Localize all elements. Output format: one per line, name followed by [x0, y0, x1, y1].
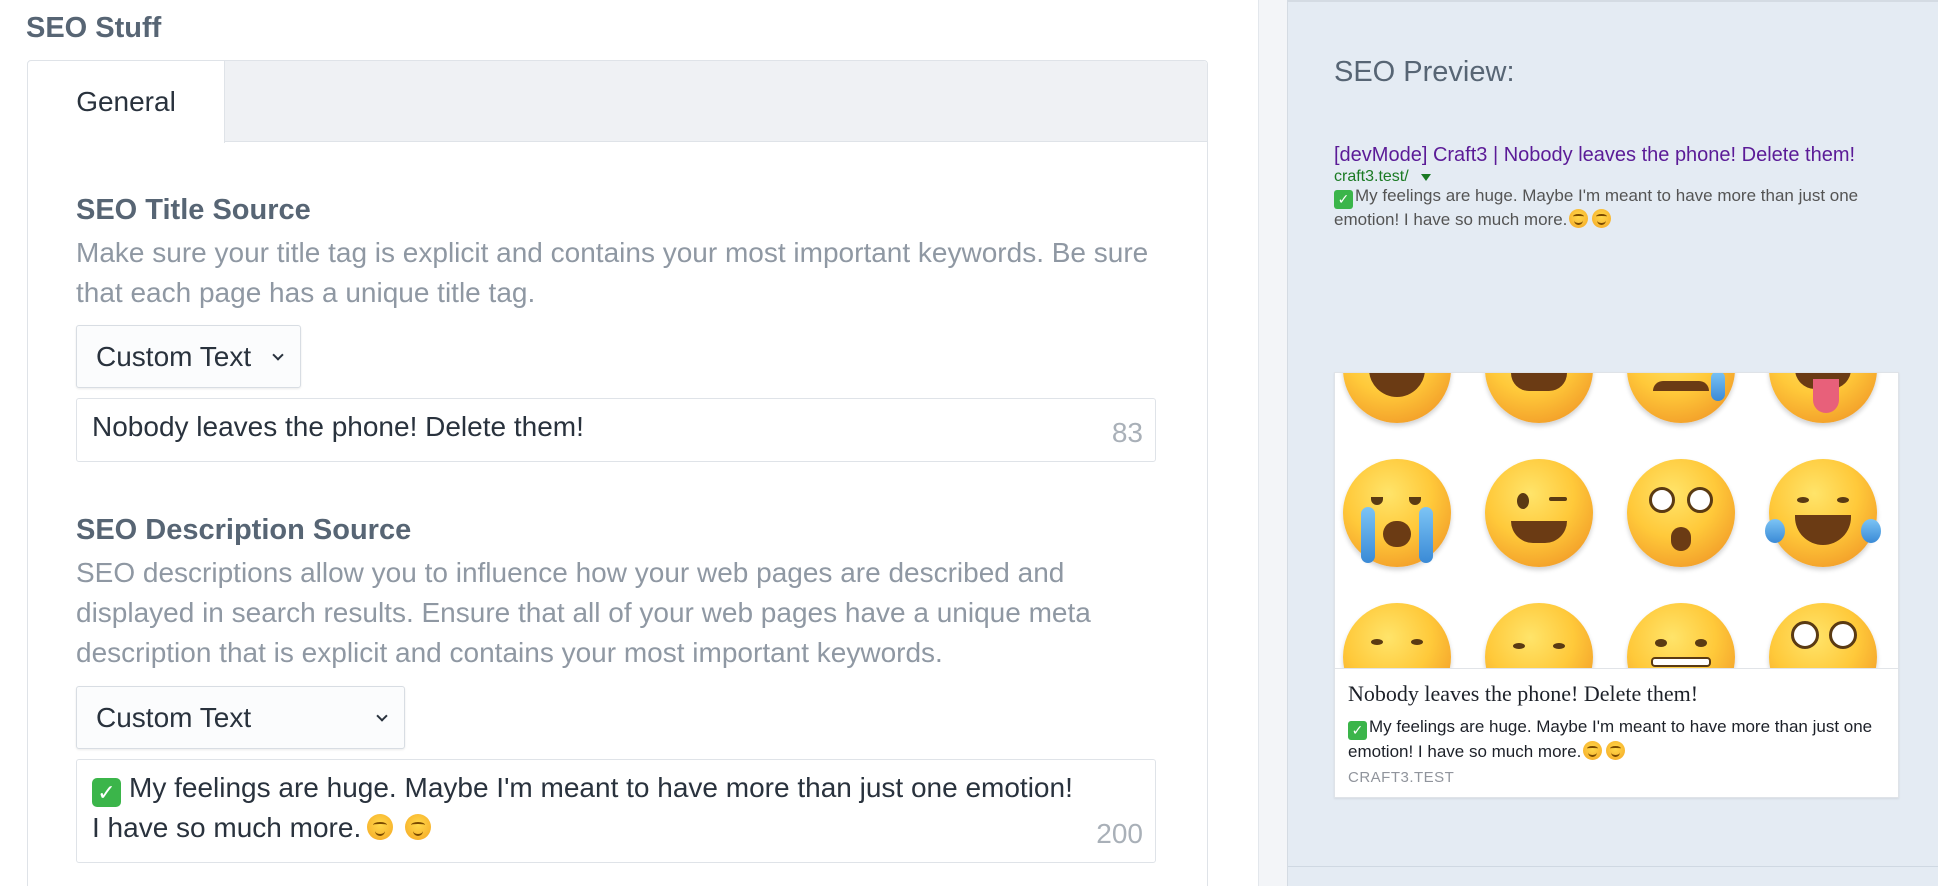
- seo-description-source-value: Custom Text: [96, 701, 252, 733]
- seo-title-heading: SEO Title Source: [76, 194, 311, 226]
- social-share-image: [1335, 373, 1898, 669]
- tab-bar: General: [28, 61, 1207, 143]
- seo-title-source-value: Custom Text: [96, 340, 252, 372]
- dropdown-triangle-icon: [1420, 173, 1431, 181]
- yum-face-emoji-icon: [1583, 741, 1603, 760]
- chevron-down-icon: [376, 709, 388, 722]
- seo-description-heading: SEO Description Source: [76, 514, 412, 546]
- laughing-tears-face-emoji-icon: [1765, 459, 1881, 567]
- tab-general[interactable]: General: [28, 61, 225, 143]
- chevron-down-icon: [272, 348, 284, 361]
- panel-bottom-border: [1288, 866, 1938, 867]
- seo-title-char-counter: 83: [1111, 417, 1143, 448]
- panel-divider[interactable]: [1258, 0, 1288, 886]
- yum-face-emoji-icon: [367, 814, 394, 840]
- serp-preview-description: ✓ My feelings are huge. Maybe I'm meant t…: [1334, 186, 1894, 230]
- check-mark-emoji-icon: ✓: [92, 778, 121, 807]
- seo-description-source-select[interactable]: Custom Text: [76, 686, 405, 749]
- seo-preview-heading: SEO Preview:: [1334, 56, 1515, 88]
- seo-title-value: Nobody leaves the phone! Delete them!: [92, 411, 584, 442]
- section-title: SEO Stuff: [26, 12, 162, 44]
- crying-face-emoji-icon: [1343, 459, 1451, 567]
- seo-settings-card: General SEO Title Source Make sure your …: [27, 60, 1208, 886]
- astonished-face-emoji-icon: [1627, 459, 1735, 567]
- serp-preview-url-text: craft3.test/: [1334, 168, 1409, 185]
- relieved-face-emoji-icon: [1343, 603, 1451, 668]
- winking-face-emoji-icon: [1485, 459, 1593, 567]
- seo-description-char-counter: 200: [1096, 818, 1143, 849]
- seo-description-instructions: SEO descriptions allow you to influence …: [76, 557, 1091, 668]
- seo-fields-panel: SEO Stuff General SEO Title Source Make …: [0, 0, 1258, 886]
- grimacing-face-emoji-icon: [1627, 603, 1735, 668]
- seo-title-source-select[interactable]: Custom Text: [76, 325, 301, 388]
- social-card-domain: CRAFT3.TEST: [1348, 769, 1455, 786]
- seo-preview-panel: SEO Preview: [devMode] Craft3 | Nobody l…: [1288, 0, 1938, 886]
- blushing-face-emoji-icon: [1485, 603, 1593, 668]
- grinning-face-emoji-icon: [1343, 373, 1451, 423]
- serp-preview-url: craft3.test/: [1334, 168, 1431, 186]
- yum-face-emoji-icon: [1592, 209, 1612, 228]
- check-mark-emoji-icon: ✓: [1334, 190, 1353, 209]
- seo-title-instructions: Make sure your title tag is explicit and…: [76, 237, 1149, 308]
- social-card-title: Nobody leaves the phone! Delete them!: [1348, 681, 1699, 706]
- rolling-eyes-face-emoji-icon: [1769, 603, 1877, 668]
- smiling-face-emoji-icon: [1485, 373, 1593, 423]
- seo-description-input[interactable]: ✓ My feelings are huge. Maybe I'm meant t…: [76, 759, 1156, 863]
- check-mark-emoji-icon: ✓: [1348, 721, 1367, 740]
- social-card-description: ✓ My feelings are huge. Maybe I'm meant t…: [1348, 715, 1888, 764]
- tongue-face-emoji-icon: [1769, 373, 1877, 423]
- yum-face-emoji-icon: [405, 814, 432, 840]
- yum-face-emoji-icon: [1606, 741, 1626, 760]
- yum-face-emoji-icon: [1569, 209, 1589, 228]
- social-share-card-preview: Nobody leaves the phone! Delete them! ✓ M…: [1334, 372, 1899, 798]
- seo-title-input[interactable]: Nobody leaves the phone! Delete them! 83: [76, 398, 1156, 462]
- serp-preview-title[interactable]: [devMode] Craft3 | Nobody leaves the pho…: [1334, 144, 1855, 167]
- seo-description-value: My feelings are huge. Maybe I'm meant to…: [92, 772, 1073, 843]
- sad-sweat-face-emoji-icon: [1627, 373, 1735, 423]
